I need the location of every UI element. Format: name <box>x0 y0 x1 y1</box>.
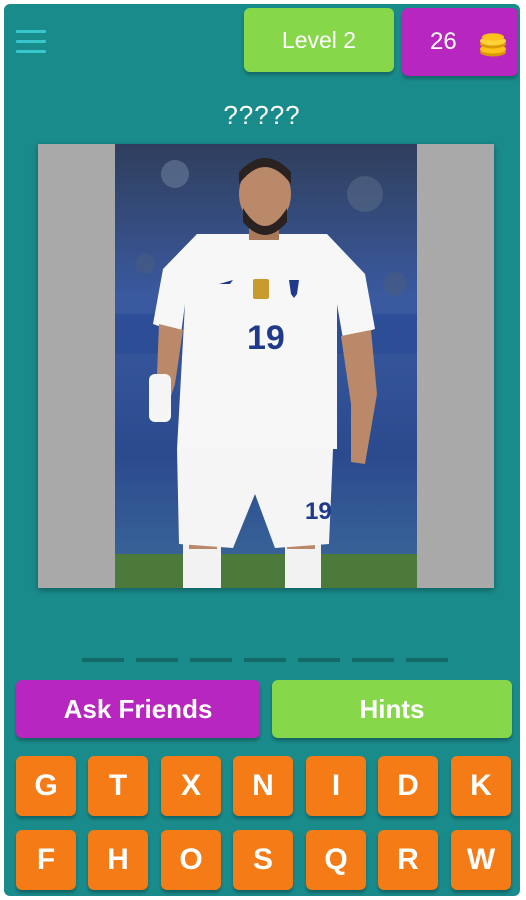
question-prompt: ????? <box>223 100 301 130</box>
letter-key[interactable]: O <box>161 830 221 890</box>
answer-slot[interactable] <box>82 658 124 662</box>
coins-count: 26 <box>430 28 457 55</box>
letter-key[interactable]: T <box>88 756 148 816</box>
answer-slot[interactable] <box>406 658 448 662</box>
answer-slot[interactable] <box>352 658 394 662</box>
answer-slot[interactable] <box>190 658 232 662</box>
letter-key[interactable]: Q <box>306 830 366 890</box>
letter-key[interactable]: S <box>233 830 293 890</box>
ask-friends-button[interactable]: Ask Friends <box>16 680 260 738</box>
hints-button[interactable]: Hints <box>272 680 512 738</box>
letter-key[interactable]: K <box>451 756 511 816</box>
ask-friends-label: Ask Friends <box>63 693 213 724</box>
level-label: Level 2 <box>281 26 357 53</box>
jersey-number: 19 <box>247 319 285 357</box>
hints-label: Hints <box>359 693 425 724</box>
menu-icon[interactable] <box>16 30 46 56</box>
answer-slot[interactable] <box>298 658 340 662</box>
game-screen: Level 2 26 ????? 19 19 Ask Friends Hints… <box>4 4 520 896</box>
answer-slots <box>4 658 520 664</box>
letter-key[interactable]: I <box>306 756 366 816</box>
letter-key[interactable]: R <box>378 830 438 890</box>
photo-frame: 19 19 <box>38 144 494 588</box>
letter-key[interactable]: D <box>378 756 438 816</box>
letter-key[interactable]: W <box>451 830 511 890</box>
coin-stack-icon <box>478 32 508 65</box>
answer-slot[interactable] <box>244 658 286 662</box>
answer-slot[interactable] <box>136 658 178 662</box>
letter-key[interactable]: X <box>161 756 221 816</box>
letter-key[interactable]: H <box>88 830 148 890</box>
letter-key[interactable]: G <box>16 756 76 816</box>
letter-key[interactable]: N <box>233 756 293 816</box>
shorts-number: 19 <box>305 498 332 525</box>
letter-key[interactable]: F <box>16 830 76 890</box>
coins-badge[interactable]: 26 <box>402 8 518 76</box>
player-photo: 19 19 <box>115 144 417 588</box>
level-badge: Level 2 <box>244 8 394 72</box>
